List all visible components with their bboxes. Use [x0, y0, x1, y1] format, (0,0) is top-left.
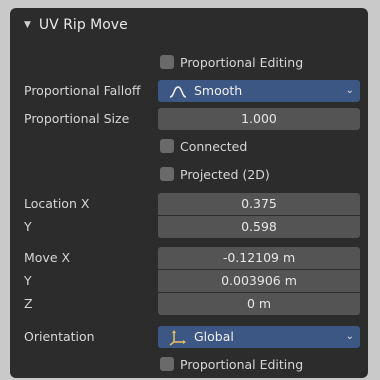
- connected-row: Connected: [10, 136, 368, 158]
- uv-rip-move-panel: ▼ UV Rip Move Proportional Editing Propo…: [10, 8, 368, 378]
- move-y-field[interactable]: 0.003906 m: [158, 270, 360, 292]
- location-y-field[interactable]: 0.598: [158, 216, 360, 238]
- location-x-field[interactable]: 0.375: [158, 193, 360, 215]
- proportional-editing-row: Proportional Editing: [10, 52, 368, 74]
- chevron-down-icon: ⌄: [345, 85, 354, 96]
- proportional-falloff-dropdown[interactable]: Smooth ⌄: [158, 80, 360, 102]
- orientation-value: Global: [194, 329, 234, 344]
- move-y-row: Y 0.003906 m: [10, 270, 368, 292]
- location-x-label: Location X: [24, 196, 90, 211]
- proportional-size-row: Proportional Size 1.000: [10, 108, 368, 130]
- move-z-field[interactable]: 0 m: [158, 293, 360, 315]
- move-y-label: Y: [24, 273, 32, 288]
- proportional-editing-label[interactable]: Proportional Editing: [180, 52, 303, 74]
- move-x-field[interactable]: -0.12109 m: [158, 247, 360, 269]
- proportional-falloff-row: Proportional Falloff Smooth ⌄: [10, 80, 368, 102]
- proportional-editing-bottom-checkbox[interactable]: [160, 357, 174, 371]
- orientation-row: Orientation Global ⌄: [10, 326, 368, 348]
- orientation-label: Orientation: [24, 329, 95, 344]
- proportional-editing-bottom-label[interactable]: Proportional Editing: [180, 354, 303, 376]
- proportional-falloff-value: Smooth: [194, 83, 243, 98]
- move-z-label: Z: [24, 296, 33, 311]
- proportional-editing-bottom-row: Proportional Editing: [10, 354, 368, 376]
- proportional-size-label: Proportional Size: [24, 111, 130, 126]
- move-z-row: Z 0 m: [10, 293, 368, 315]
- projected-label[interactable]: Projected (2D): [180, 164, 270, 186]
- projected-checkbox[interactable]: [160, 167, 174, 181]
- move-x-label: Move X: [24, 250, 71, 265]
- smooth-falloff-icon: [168, 80, 188, 102]
- connected-label[interactable]: Connected: [180, 136, 247, 158]
- projected-row: Projected (2D): [10, 164, 368, 186]
- chevron-down-icon: ⌄: [345, 331, 354, 342]
- location-y-row: Y 0.598: [10, 216, 368, 238]
- location-x-row: Location X 0.375: [10, 193, 368, 215]
- orientation-dropdown[interactable]: Global ⌄: [158, 326, 360, 348]
- panel-title: UV Rip Move: [38, 17, 128, 33]
- proportional-falloff-label: Proportional Falloff: [24, 83, 141, 98]
- panel-header[interactable]: ▼ UV Rip Move: [10, 8, 368, 42]
- collapse-triangle-icon[interactable]: ▼: [24, 20, 31, 30]
- proportional-editing-checkbox[interactable]: [160, 55, 174, 69]
- move-x-row: Move X -0.12109 m: [10, 247, 368, 269]
- proportional-size-field[interactable]: 1.000: [158, 108, 360, 130]
- location-y-label: Y: [24, 219, 32, 234]
- connected-checkbox[interactable]: [160, 139, 174, 153]
- axes-gizmo-icon: [168, 326, 188, 348]
